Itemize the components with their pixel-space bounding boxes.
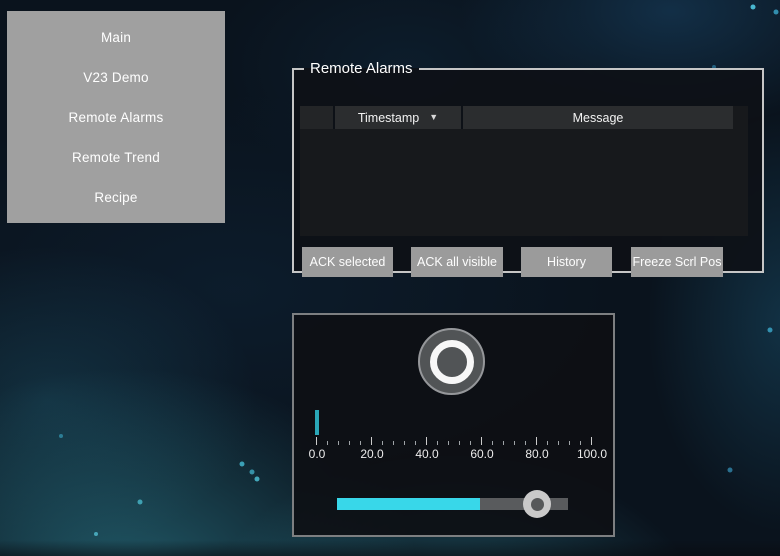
- alarm-button-row: ACK selected ACK all visible History Fre…: [302, 247, 750, 277]
- gauge-value-bar: [315, 410, 319, 435]
- remote-alarms-panel: Remote Alarms Timestamp ▼ Message ACK se…: [292, 60, 764, 277]
- gauge-tick-label: 20.0: [360, 447, 384, 461]
- value-slider-knob[interactable]: [523, 490, 551, 518]
- ack-all-visible-button[interactable]: ACK all visible: [411, 247, 503, 277]
- alarm-table-timestamp-column-header[interactable]: Timestamp ▼: [335, 106, 461, 129]
- alarm-table-header-filler: [733, 106, 748, 129]
- round-push-button-ring: [429, 339, 474, 384]
- history-button[interactable]: History: [521, 247, 612, 277]
- control-panel: 0.0 20.0 40.0 60.0 80.0 100.0: [292, 313, 615, 537]
- sidebar-item-v23-demo[interactable]: V23 Demo: [7, 64, 225, 91]
- sort-descending-icon[interactable]: ▼: [429, 113, 438, 122]
- background-smoke-particles: [0, 0, 2, 2]
- gauge-tick-label: 100.0: [576, 447, 608, 461]
- sidebar-item-recipe[interactable]: Recipe: [7, 184, 225, 211]
- ack-selected-button[interactable]: ACK selected: [302, 247, 393, 277]
- freeze-scroll-pos-button[interactable]: Freeze Scrl Pos: [631, 247, 723, 277]
- gauge-tick-label: 0.0: [308, 447, 326, 461]
- alarm-table-header: Timestamp ▼ Message: [300, 106, 748, 129]
- value-slider-knob-dot: [530, 497, 544, 511]
- panel-title: Remote Alarms: [310, 60, 413, 77]
- sidebar-item-main[interactable]: Main: [7, 24, 225, 51]
- gauge-tick-scale: [316, 437, 592, 445]
- gauge-tick-label: 60.0: [470, 447, 494, 461]
- sidebar-item-remote-trend[interactable]: Remote Trend: [7, 144, 225, 171]
- round-push-button[interactable]: [418, 328, 485, 395]
- alarm-table-message-column-header[interactable]: Message: [463, 106, 733, 129]
- alarm-table-body[interactable]: [300, 129, 748, 236]
- sidebar: Main V23 Demo Remote Alarms Remote Trend…: [7, 11, 225, 223]
- gauge-tick-label: 80.0: [525, 447, 549, 461]
- value-slider-fill: [337, 498, 480, 510]
- value-slider-track[interactable]: [337, 490, 568, 518]
- alarm-table-selector-column-header[interactable]: [300, 106, 333, 129]
- timestamp-column-label: Timestamp: [357, 110, 420, 125]
- sidebar-item-remote-alarms[interactable]: Remote Alarms: [7, 104, 225, 131]
- gauge-tick-label: 40.0: [415, 447, 439, 461]
- gauge-tick-labels: 0.0 20.0 40.0 60.0 80.0 100.0: [295, 447, 614, 461]
